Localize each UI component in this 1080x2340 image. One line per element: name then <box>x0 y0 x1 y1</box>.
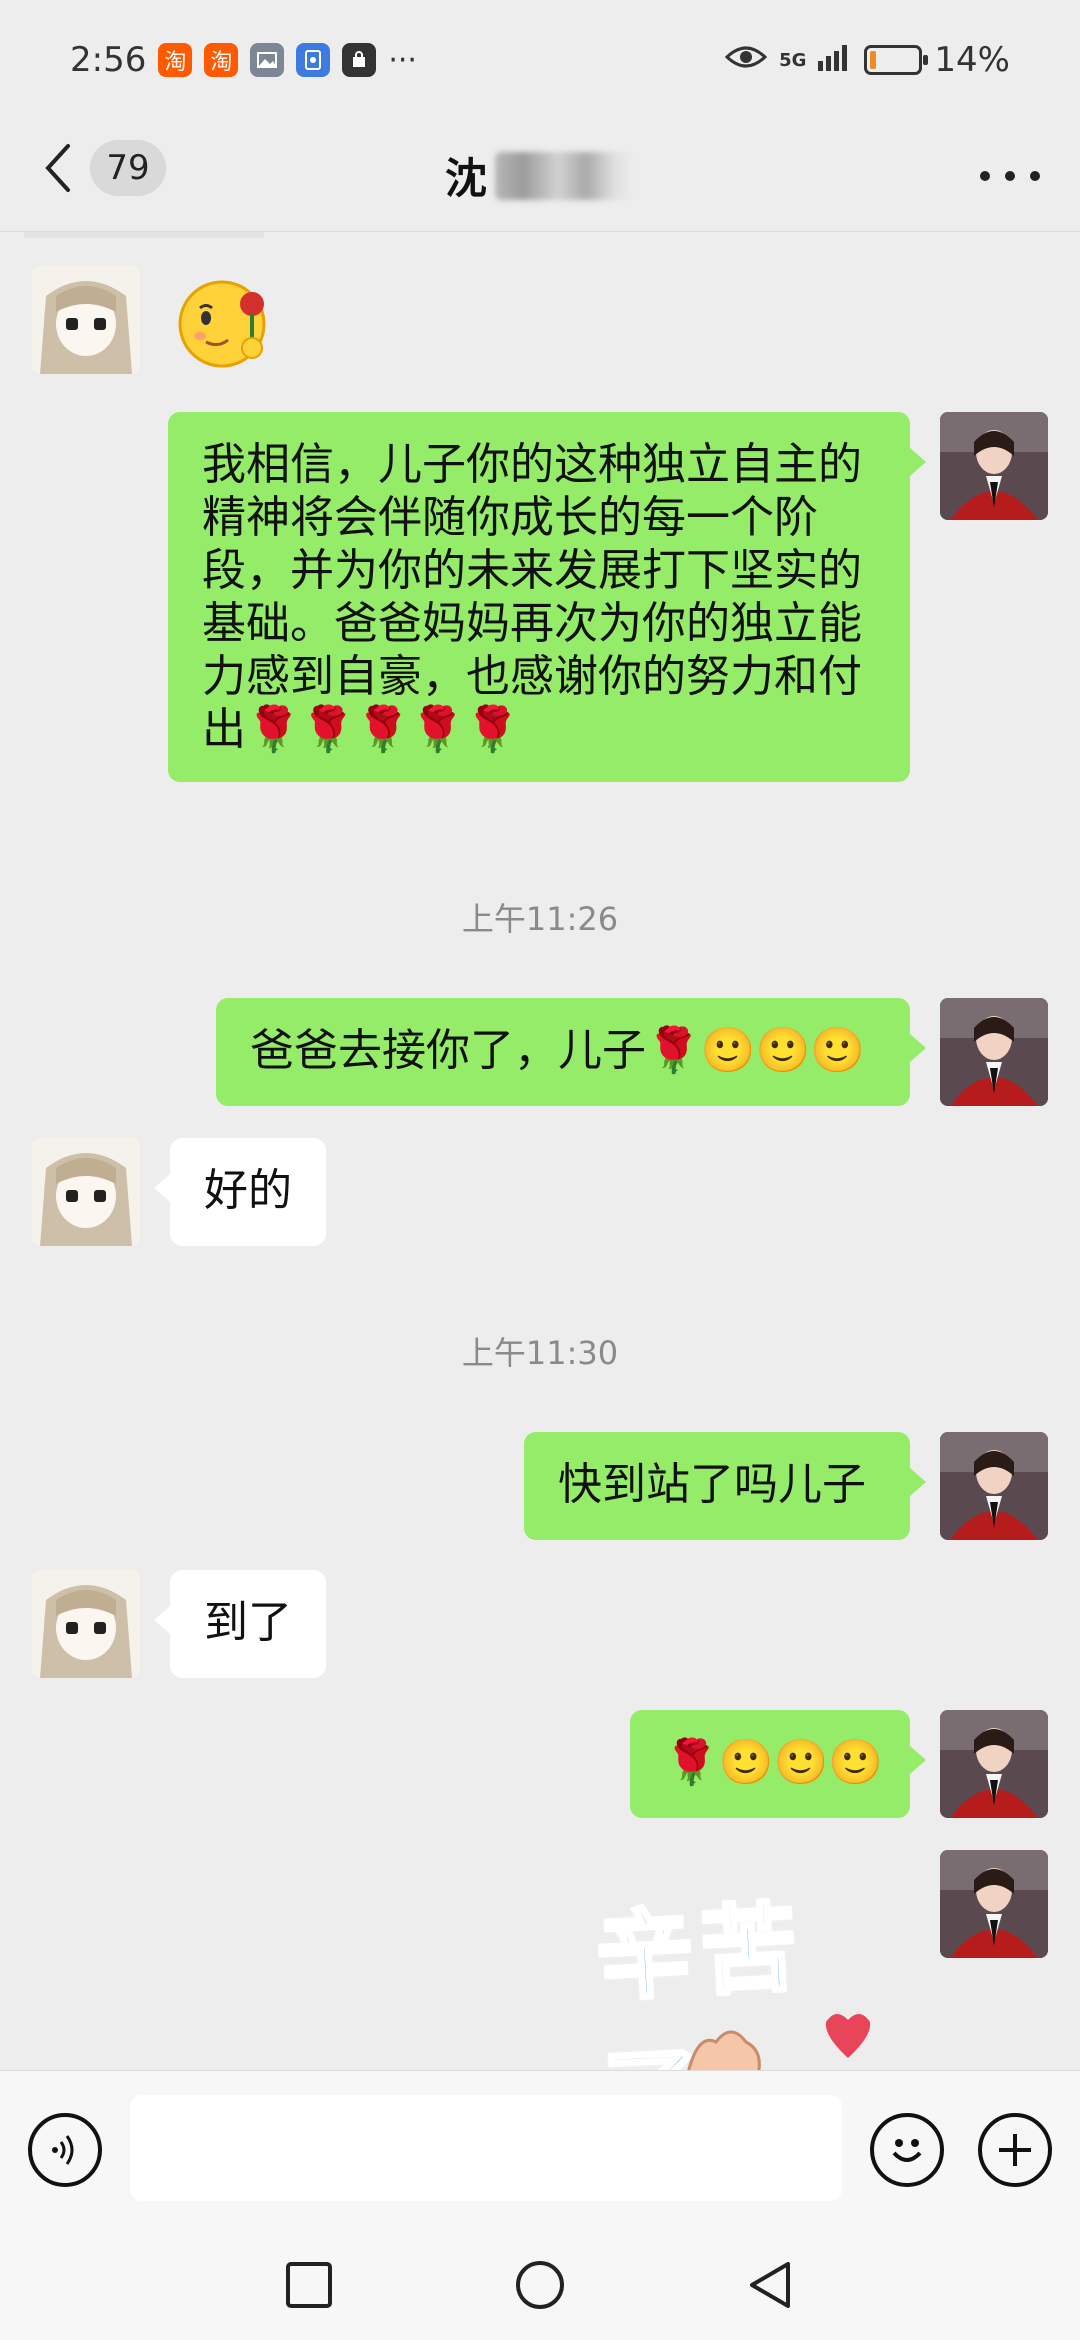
battery-level <box>870 51 877 69</box>
chat-title-text: 沈 <box>444 154 487 203</box>
message-text: 爸爸去接你了，儿子 <box>250 1025 646 1076</box>
timestamp: 上午11:26 <box>461 900 619 938</box>
my-avatar[interactable] <box>940 1850 1048 1958</box>
back-nav-button[interactable] <box>744 2258 798 2312</box>
add-attachment-button[interactable] <box>978 2113 1052 2187</box>
emoji-sticker[interactable] <box>172 268 282 378</box>
rose-emoji-row: 🌹🌹🌹🌹🌹 <box>246 704 520 755</box>
plus-icon <box>999 2134 1031 2166</box>
message-input-bar <box>0 2070 1080 2230</box>
battery-icon <box>864 45 929 75</box>
timestamp: 上午11:30 <box>461 1334 619 1372</box>
message-text: 好的 <box>204 1165 292 1216</box>
status-left: 2:56 淘 淘 ··· <box>70 40 417 80</box>
emoji-button[interactable] <box>870 2113 944 2187</box>
chat-header: 79 沈 <box>0 120 1080 232</box>
more-options-button[interactable] <box>980 154 1040 198</box>
dot-icon <box>980 171 990 181</box>
eye-icon <box>724 40 768 80</box>
system-navigation-bar <box>0 2230 1080 2340</box>
emoji-row: 🌹🙂🙂🙂 <box>664 1737 884 1788</box>
dot-icon <box>1030 171 1040 181</box>
sticker-message[interactable]: 辛苦了 <box>592 1872 910 2070</box>
voice-button[interactable] <box>28 2113 102 2187</box>
message-input[interactable] <box>130 2095 842 2201</box>
recent-apps-button[interactable] <box>282 2258 336 2312</box>
my-avatar[interactable] <box>940 412 1048 520</box>
security-app-icon <box>296 43 331 77</box>
dot-icon <box>1005 171 1015 181</box>
gallery-icon <box>250 43 285 77</box>
my-avatar[interactable] <box>940 998 1048 1106</box>
voice-icon <box>52 2135 74 2165</box>
my-avatar[interactable] <box>940 1432 1048 1540</box>
back-button[interactable]: 79 <box>40 140 166 196</box>
finger-heart-icon <box>687 2013 871 2070</box>
battery-percent: 14% <box>934 40 1010 80</box>
taobao-icon: 淘 <box>158 43 193 77</box>
signal-icon <box>818 40 852 80</box>
status-bar: 2:56 淘 淘 ··· 5G 14% <box>0 0 1080 120</box>
avatar[interactable] <box>32 1570 140 1678</box>
status-right: 5G 14% <box>724 40 1010 80</box>
my-avatar[interactable] <box>940 1710 1048 1818</box>
home-button[interactable] <box>513 2258 567 2312</box>
taobao-icon-2: 淘 <box>204 43 239 77</box>
chat-messages[interactable]: 我相信，儿子你的这种独立自主的精神将会伴随你成长的每一个阶段，并为你的未来发展打… <box>0 232 1080 2070</box>
chat-title: 沈 <box>445 145 635 206</box>
smiley-icon <box>892 2139 922 2162</box>
avatar[interactable] <box>32 266 140 374</box>
status-more: ··· <box>388 42 417 78</box>
clipped-previous-message <box>24 232 264 238</box>
message-text: 到了 <box>204 1597 292 1648</box>
message-bubble[interactable]: 爸爸去接你了，儿子🌹🙂🙂🙂 <box>216 998 926 1106</box>
message-bubble[interactable]: 我相信，儿子你的这种独立自主的精神将会伴随你成长的每一个阶段，并为你的未来发展打… <box>168 412 926 782</box>
message-text: 快到站了吗儿子 <box>558 1459 866 1510</box>
message-bubble[interactable]: 好的 <box>154 1138 326 1246</box>
message-bubble[interactable]: 🌹🙂🙂🙂 <box>630 1710 926 1818</box>
chevron-left-icon <box>45 144 70 192</box>
avatar[interactable] <box>32 1138 140 1246</box>
bag-app-icon <box>342 43 377 77</box>
redacted-name <box>495 151 635 200</box>
message-bubble[interactable]: 到了 <box>154 1570 326 1678</box>
emoji-row: 🌹🙂🙂🙂 <box>646 1025 866 1076</box>
unread-count-badge: 79 <box>90 140 166 196</box>
status-time: 2:56 <box>70 40 147 80</box>
network-type: 5G <box>779 49 807 71</box>
message-bubble[interactable]: 快到站了吗儿子 <box>524 1432 926 1540</box>
